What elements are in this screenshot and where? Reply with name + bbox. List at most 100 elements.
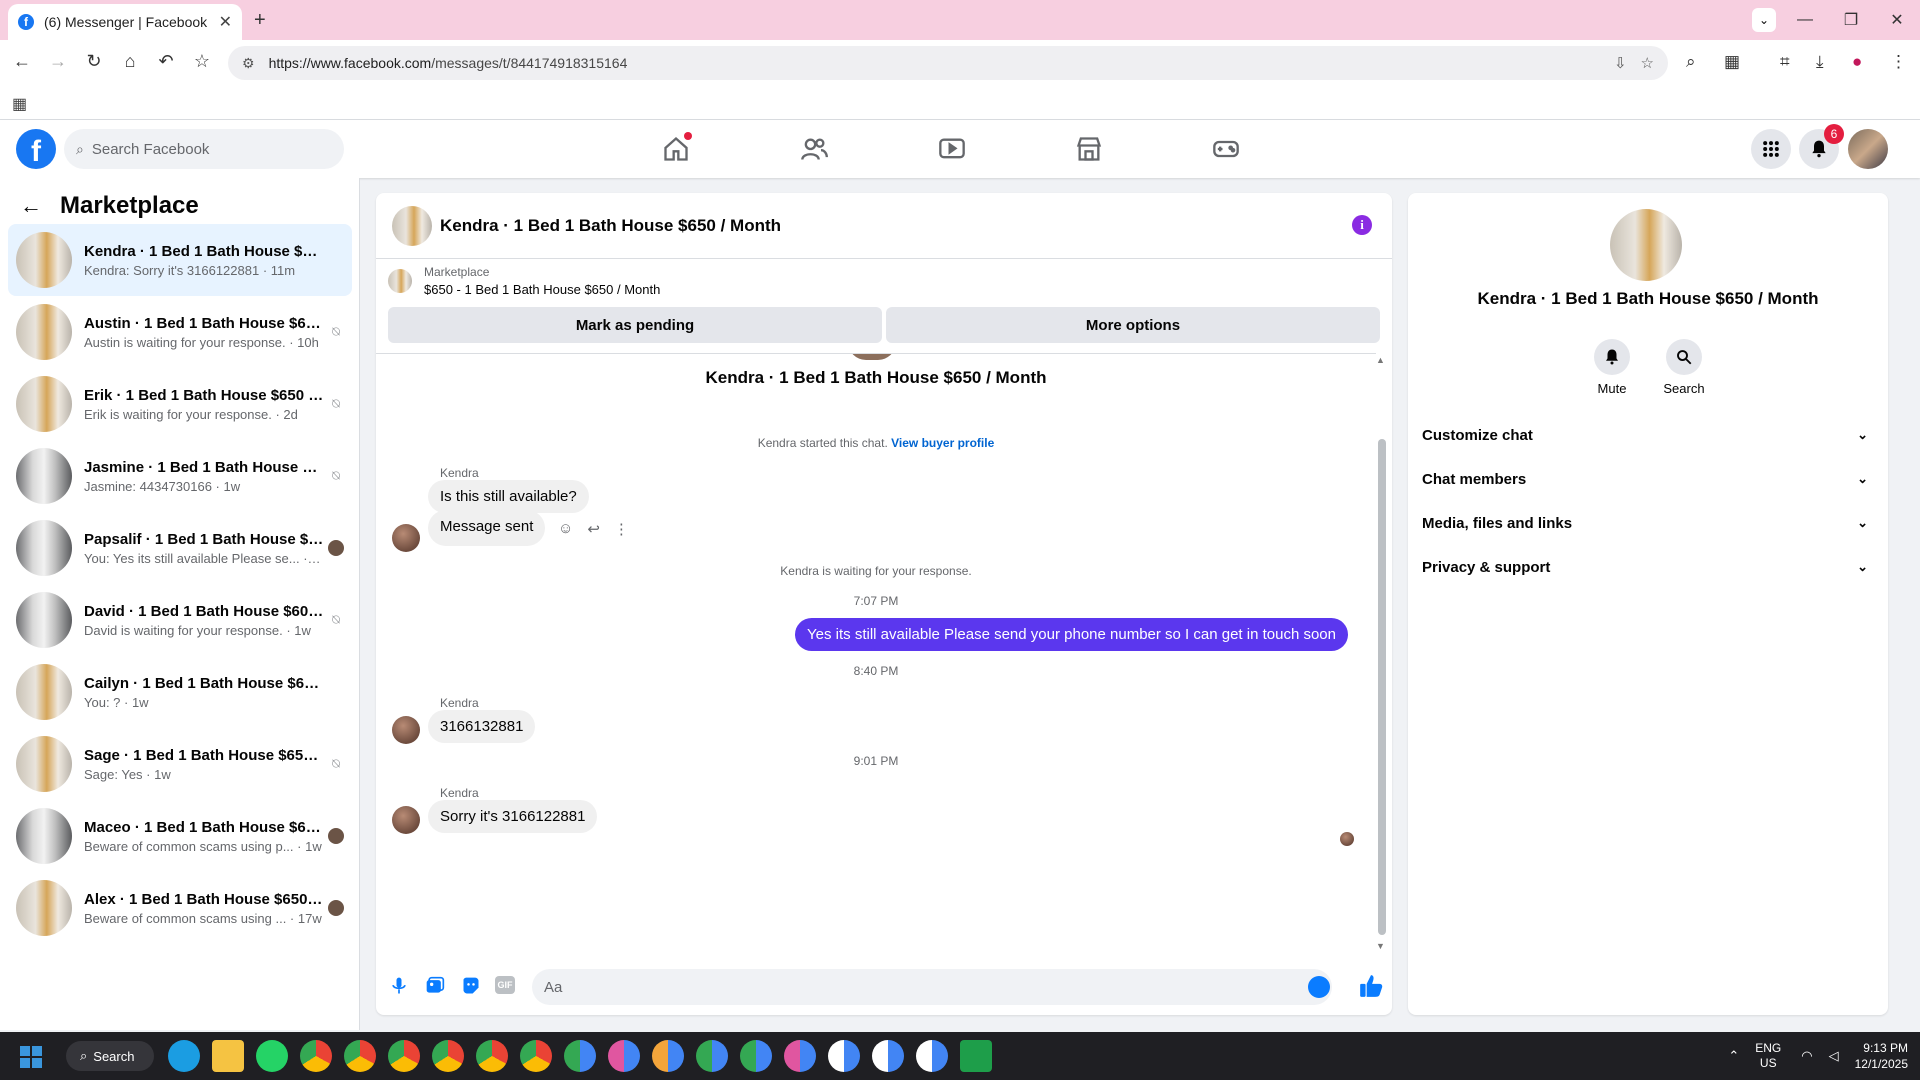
conversation-item[interactable]: Austin · 1 Bed 1 Bath House $650 / Month… [8, 296, 352, 368]
download-icon[interactable]: ⤓ [1816, 52, 1824, 72]
conversation-item[interactable]: Cailyn · 1 Bed 1 Bath House $650 / Month… [8, 656, 352, 728]
menu-grid-button[interactable] [1751, 129, 1791, 169]
chat-members-section[interactable]: Chat members ⌄ [1422, 457, 1876, 501]
emoji-icon[interactable] [1308, 976, 1330, 998]
customize-chat-section[interactable]: Customize chat ⌄ [1422, 413, 1876, 457]
taskbar-search-button[interactable]: ⌕ Search [66, 1041, 154, 1071]
qr-code-icon[interactable]: ▦ [1724, 52, 1740, 72]
file-explorer-icon[interactable] [212, 1040, 244, 1072]
chrome-icon[interactable] [828, 1040, 860, 1072]
mark-as-pending-button[interactable]: Mark as pending [388, 307, 882, 343]
bookmark-page-icon[interactable]: ☆ [1641, 54, 1654, 72]
close-window-icon[interactable]: ✕ [1874, 10, 1920, 30]
address-bar[interactable]: ⚙ https://www.facebook.com/messages/t/84… [228, 46, 1668, 80]
sender-avatar[interactable] [392, 716, 420, 744]
chrome-icon[interactable] [916, 1040, 948, 1072]
conversation-item[interactable]: David · 1 Bed 1 Bath House $600 / Month D… [8, 584, 352, 656]
windows-start-icon[interactable] [20, 1046, 42, 1068]
message-scrollbar[interactable]: ▲ ▼ [1374, 355, 1388, 953]
restore-icon[interactable]: ❐ [1828, 10, 1874, 30]
chevron-up-icon[interactable]: ⌃ [1728, 1048, 1739, 1064]
conversation-item[interactable]: Jasmine · 1 Bed 1 Bath House $650 / Mont… [8, 440, 352, 512]
whatsapp-icon[interactable] [256, 1040, 288, 1072]
chrome-icon[interactable] [696, 1040, 728, 1072]
privacy-support-section[interactable]: Privacy & support ⌄ [1422, 545, 1876, 589]
wifi-icon[interactable]: ◠ [1801, 1048, 1812, 1064]
language-indicator[interactable]: ENG US [1755, 1041, 1781, 1071]
back-arrow-icon[interactable]: ← [20, 193, 42, 219]
message-bubble[interactable]: Is this still available? [428, 480, 589, 513]
react-emoji-icon[interactable]: ☺ [558, 520, 573, 538]
volume-icon[interactable]: ◁ [1829, 1048, 1839, 1064]
sender-avatar[interactable] [392, 524, 420, 552]
bookmark-star-icon[interactable]: ☆ [190, 51, 214, 72]
chrome-icon[interactable] [432, 1040, 464, 1072]
chat-avatar[interactable] [392, 205, 432, 246]
more-options-button[interactable]: More options [886, 307, 1380, 343]
chrome-icon[interactable] [872, 1040, 904, 1072]
scroll-down-icon[interactable]: ▼ [1376, 941, 1385, 951]
sticker-icon[interactable] [460, 975, 482, 997]
message-bubble[interactable]: Message sent [428, 510, 546, 546]
sender-avatar[interactable] [392, 806, 420, 834]
home-icon[interactable]: ⌂ [118, 51, 142, 72]
edge-icon[interactable] [168, 1040, 200, 1072]
chrome-icon[interactable] [520, 1040, 552, 1072]
notes-app-icon[interactable] [960, 1040, 992, 1072]
view-buyer-profile-link[interactable]: View buyer profile [891, 436, 994, 450]
message-bubble[interactable]: Sorry it's 3166122881 [428, 800, 598, 833]
reload-icon[interactable]: ↻ [82, 51, 106, 72]
conversation-item[interactable]: Maceo · 1 Bed 1 Bath House $650 / Month B… [8, 800, 352, 872]
account-avatar[interactable] [1848, 129, 1888, 169]
message-input[interactable] [532, 969, 1332, 1005]
chrome-icon[interactable] [388, 1040, 420, 1072]
search-in-chat-button[interactable]: Search [1654, 339, 1714, 396]
undo-icon[interactable]: ↶ [154, 51, 178, 72]
screenshot-icon[interactable]: ⌗ [1780, 52, 1790, 72]
chrome-icon[interactable] [564, 1040, 596, 1072]
media-files-links-section[interactable]: Media, files and links ⌄ [1422, 501, 1876, 545]
chrome-icon[interactable] [784, 1040, 816, 1072]
tab-search-icon[interactable]: ⌄ [1752, 8, 1776, 32]
thumbs-up-icon[interactable] [1358, 973, 1384, 999]
close-tab-icon[interactable]: ✕ [219, 12, 232, 32]
facebook-logo-icon[interactable]: f [16, 129, 56, 169]
apps-grid-icon[interactable]: ▦ [12, 94, 27, 114]
site-info-icon[interactable]: ⚙ [242, 55, 255, 72]
chrome-icon[interactable] [652, 1040, 684, 1072]
chrome-icon[interactable] [740, 1040, 772, 1072]
friends-nav-icon[interactable] [797, 132, 831, 166]
conversation-item[interactable]: Erik · 1 Bed 1 Bath House $650 / Month Er… [8, 368, 352, 440]
outgoing-message-bubble[interactable]: Yes its still available Please send your… [795, 618, 1348, 651]
listing-strip[interactable]: Marketplace $650 - 1 Bed 1 Bath House $6… [376, 259, 1392, 303]
photo-icon[interactable] [424, 975, 446, 997]
new-tab-icon[interactable]: + [254, 9, 266, 32]
chat-title[interactable]: Kendra · 1 Bed 1 Bath House $650 / Month [440, 216, 781, 236]
back-icon[interactable]: ← [10, 51, 34, 72]
details-avatar[interactable] [1610, 209, 1682, 281]
gaming-nav-icon[interactable] [1209, 132, 1243, 166]
mute-button[interactable]: Mute [1582, 339, 1642, 396]
browser-tab[interactable]: f (6) Messenger | Facebook ✕ [8, 4, 242, 40]
chrome-icon[interactable] [300, 1040, 332, 1072]
forward-icon[interactable]: → [46, 51, 70, 72]
chrome-icon[interactable] [344, 1040, 376, 1072]
conversation-item[interactable]: Papsalif · 1 Bed 1 Bath House $650 / Mon… [8, 512, 352, 584]
marketplace-nav-icon[interactable] [1072, 132, 1106, 166]
minimize-icon[interactable]: — [1782, 11, 1828, 29]
conversation-item[interactable]: Kendra · 1 Bed 1 Bath House $650 / Month… [8, 224, 352, 296]
reply-icon[interactable]: ↩ [587, 520, 600, 538]
clock[interactable]: 9:13 PM 12/1/2025 [1855, 1040, 1908, 1072]
facebook-search-box[interactable]: ⌕ Search Facebook [64, 129, 344, 169]
microphone-icon[interactable] [388, 975, 410, 997]
zoom-search-icon[interactable]: ⌕ [1686, 52, 1696, 72]
conversation-item[interactable]: Alex · 1 Bed 1 Bath House $650 / Month Be… [8, 872, 352, 944]
more-actions-icon[interactable]: ⋮ [614, 520, 629, 538]
message-bubble[interactable]: 3166132881 [428, 710, 536, 743]
chrome-icon[interactable] [476, 1040, 508, 1072]
install-app-icon[interactable]: ⇩ [1614, 54, 1627, 72]
conversation-item[interactable]: Sage · 1 Bed 1 Bath House $650 / Month Sa… [8, 728, 352, 800]
info-icon[interactable]: i [1352, 215, 1372, 235]
video-nav-icon[interactable] [935, 132, 969, 166]
chrome-icon[interactable] [608, 1040, 640, 1072]
